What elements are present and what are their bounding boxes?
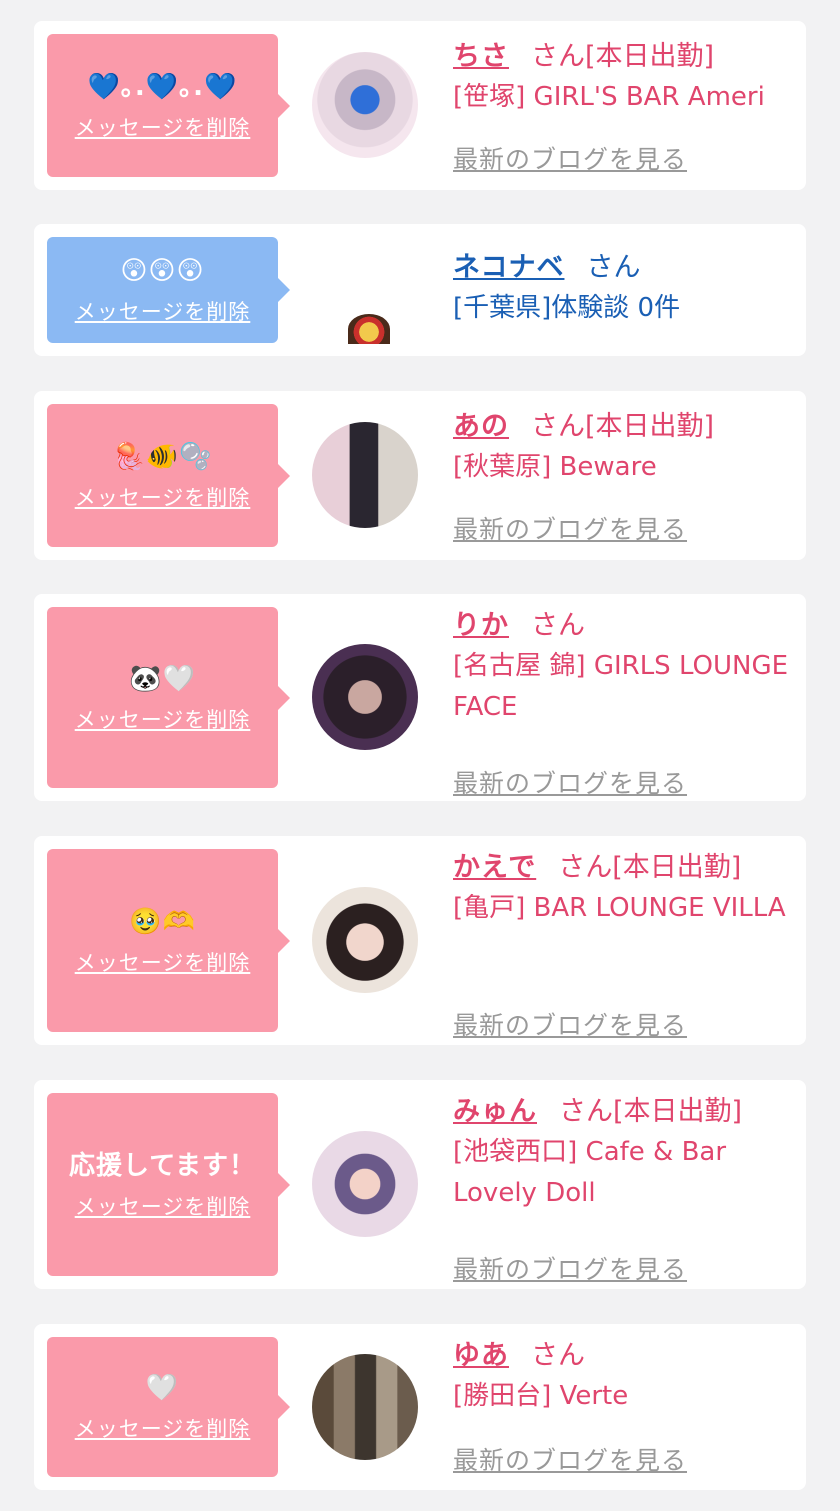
review-count: [千葉県]体験談 0件 xyxy=(453,293,681,323)
delete-message-link[interactable]: メッセージを削除 xyxy=(75,1191,251,1221)
message-bubble: 🪼🐠🫧 メッセージを削除 xyxy=(47,404,290,547)
delete-message-link[interactable]: メッセージを削除 xyxy=(75,947,251,977)
message-bubble: 😲😲😲 メッセージを削除 xyxy=(47,237,290,343)
message-bubble: 🐼🤍 メッセージを削除 xyxy=(47,607,290,788)
favorite-card: 😲😲😲 メッセージを削除 ネコナベ さん [千葉県]体験談 0件 xyxy=(34,224,806,356)
cast-name-link[interactable]: あの xyxy=(453,411,509,442)
message-text: 🪼🐠🫧 xyxy=(112,441,213,472)
shop-name: [秋葉原] Beware xyxy=(453,452,657,482)
avatar[interactable] xyxy=(312,422,418,528)
name-line: ネコナベ さん xyxy=(453,248,796,288)
favorite-card: 💙｡.💙｡.💙 メッセージを削除 ちさ さん[本日出勤] [笹塚] GIRL'S … xyxy=(34,21,806,190)
latest-blog-link[interactable]: 最新のブログを見る xyxy=(453,764,687,800)
avatar[interactable] xyxy=(312,644,418,750)
favorite-card: 🤍 メッセージを削除 ゆあ さん [勝田台] Verte 最新のブログを見る xyxy=(34,1324,806,1490)
attendance-badge: [本日出勤] xyxy=(585,411,715,442)
message-bubble: 🥹🫶 メッセージを削除 xyxy=(47,849,290,1032)
favorite-card: 🥹🫶 メッセージを削除 かえで さん[本日出勤] [亀戸] BAR LOUNGE … xyxy=(34,836,806,1045)
honorific: さん xyxy=(531,610,585,641)
name-line: りか さん xyxy=(453,606,796,646)
message-text: 応援してます！ xyxy=(69,1150,256,1181)
favorite-card: 🐼🤍 メッセージを削除 りか さん [名古屋 錦] GIRLS LOUNGE FA… xyxy=(34,594,806,801)
latest-blog-link[interactable]: 最新のブログを見る xyxy=(453,140,687,176)
delete-message-link[interactable]: メッセージを削除 xyxy=(75,112,251,142)
avatar[interactable] xyxy=(348,314,390,344)
latest-blog-link[interactable]: 最新のブログを見る xyxy=(453,1441,687,1477)
name-line: みゅん さん[本日出勤] xyxy=(453,1092,796,1132)
latest-blog-link[interactable]: 最新のブログを見る xyxy=(453,510,687,546)
message-text: 🤍 xyxy=(145,1373,180,1403)
reviewer-name-link[interactable]: ネコナベ xyxy=(453,252,564,283)
avatar[interactable] xyxy=(312,52,418,158)
cast-name-link[interactable]: ちさ xyxy=(453,41,509,72)
latest-blog-link[interactable]: 最新のブログを見る xyxy=(453,1006,687,1042)
shop-name: [池袋西口] Cafe & Bar Lovely Doll xyxy=(453,1137,727,1208)
honorific: さん xyxy=(558,852,613,883)
cast-name-link[interactable]: みゅん xyxy=(453,1096,537,1127)
message-text: 🐼🤍 xyxy=(129,663,196,694)
delete-message-link[interactable]: メッセージを削除 xyxy=(75,1413,251,1443)
shop-name: [亀戸] BAR LOUNGE VILLA xyxy=(453,893,786,923)
name-line: ゆあ さん xyxy=(453,1336,796,1376)
shop-name: [勝田台] Verte xyxy=(453,1381,629,1411)
attendance-badge: [本日出勤] xyxy=(585,41,715,72)
name-line: かえで さん[本日出勤] xyxy=(453,848,796,888)
message-bubble: 💙｡.💙｡.💙 メッセージを削除 xyxy=(47,34,290,177)
delete-message-link[interactable]: メッセージを削除 xyxy=(75,296,251,326)
delete-message-link[interactable]: メッセージを削除 xyxy=(75,482,251,512)
honorific: さん xyxy=(531,411,585,442)
honorific: さん xyxy=(531,41,585,72)
cast-name-link[interactable]: かえで xyxy=(453,852,536,883)
cast-name-link[interactable]: ゆあ xyxy=(453,1340,509,1371)
message-text: 🥹🫶 xyxy=(129,906,196,937)
honorific: さん xyxy=(559,1096,613,1127)
avatar[interactable] xyxy=(312,887,418,993)
latest-blog-link[interactable]: 最新のブログを見る xyxy=(453,1250,687,1286)
message-text: 💙｡.💙｡.💙 xyxy=(87,71,238,102)
message-bubble: 🤍 メッセージを削除 xyxy=(47,1337,290,1477)
shop-name: [笹塚] GIRL'S BAR Ameri xyxy=(453,82,765,112)
name-line: ちさ さん[本日出勤] xyxy=(453,37,796,77)
honorific: さん xyxy=(531,1340,585,1371)
favorite-card: 🪼🐠🫧 メッセージを削除 あの さん[本日出勤] [秋葉原] Beware 最新の… xyxy=(34,391,806,560)
avatar[interactable] xyxy=(312,1131,418,1237)
name-line: あの さん[本日出勤] xyxy=(453,407,796,447)
message-text: 😲😲😲 xyxy=(120,256,205,286)
shop-name: [名古屋 錦] GIRLS LOUNGE FACE xyxy=(453,651,789,722)
cast-name-link[interactable]: りか xyxy=(453,610,509,641)
attendance-badge: [本日出勤] xyxy=(612,852,742,883)
delete-message-link[interactable]: メッセージを削除 xyxy=(75,704,251,734)
avatar[interactable] xyxy=(312,1354,418,1460)
attendance-badge: [本日出勤] xyxy=(613,1096,743,1127)
message-bubble: 応援してます！ メッセージを削除 xyxy=(47,1093,290,1276)
honorific: さん xyxy=(586,252,641,283)
favorite-card: 応援してます！ メッセージを削除 みゅん さん[本日出勤] [池袋西口] Cafe… xyxy=(34,1080,806,1289)
